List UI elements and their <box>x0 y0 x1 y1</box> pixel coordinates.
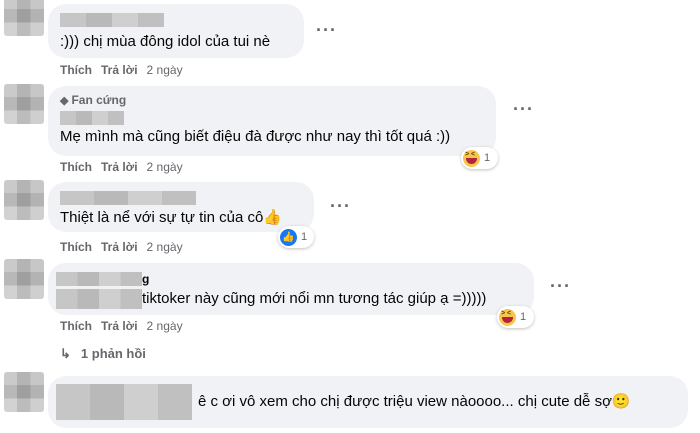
comment-text: tiktoker này cũng mới nổi mn tương tác g… <box>142 290 487 307</box>
like-link[interactable]: Thích <box>60 319 92 333</box>
more-options-icon[interactable]: ··· <box>513 99 534 120</box>
reply-link[interactable]: Trả lời <box>101 160 138 174</box>
commenter-name-blurred[interactable] <box>60 12 164 27</box>
reply-link[interactable]: Trả lời <box>101 63 138 77</box>
comment-actions: Thích Trả lời 2 ngày <box>60 160 192 174</box>
comment-actions: Thích Trả lời 2 ngày <box>60 63 192 77</box>
timestamp[interactable]: 2 ngày <box>147 240 183 254</box>
diamond-icon: ◆ <box>60 95 69 107</box>
comment-bubble: ◆ Fan cứng Mẹ mình mà cũng biết điệu đà đ… <box>48 86 496 156</box>
reaction-summary[interactable]: 1 <box>497 306 534 328</box>
fan-badge: ◆ Fan cứng <box>60 93 127 107</box>
avatar[interactable] <box>4 180 44 220</box>
haha-emoji-icon <box>463 149 480 167</box>
comment-bubble: ê c ơi vô xem cho chị được triệu view nà… <box>48 376 688 428</box>
blurred-text <box>56 383 192 420</box>
more-options-icon[interactable]: ··· <box>330 196 351 217</box>
more-options-icon[interactable]: ··· <box>550 276 571 297</box>
comment-bubble: g tiktoker này cũng mới nổi mn tương tác… <box>48 263 534 315</box>
haha-emoji-icon <box>499 308 516 326</box>
reply-arrow-icon: ↳ <box>60 346 71 361</box>
timestamp[interactable]: 2 ngày <box>147 319 183 333</box>
comment-text: ê c ơi vô xem cho chị được triệu view nà… <box>198 392 631 410</box>
comment-text: Thiệt là nể với sự tự tin của cô👍 <box>60 209 283 226</box>
commenter-name-blurred[interactable] <box>60 190 196 205</box>
commenter-name-blurred[interactable] <box>60 110 124 125</box>
avatar[interactable] <box>4 84 44 124</box>
timestamp[interactable]: 2 ngày <box>147 160 183 174</box>
like-link[interactable]: Thích <box>60 63 92 77</box>
comment-bubble: Thiệt là nể với sự tự tin của cô👍 <box>48 182 314 232</box>
comment-text: Mẹ mình mà cũng biết điệu đà được như na… <box>60 128 451 145</box>
like-reaction-icon: 👍 <box>280 228 297 246</box>
like-link[interactable]: Thích <box>60 240 92 254</box>
commenter-name-blurred[interactable] <box>56 271 142 286</box>
comment-bubble: :))) chị mùa đông idol của tui nè <box>48 4 304 58</box>
comment-actions: Thích Trả lời 2 ngày <box>60 240 192 254</box>
reply-link[interactable]: Trả lời <box>101 240 138 254</box>
like-link[interactable]: Thích <box>60 160 92 174</box>
reaction-summary[interactable]: 👍 1 <box>278 226 314 248</box>
blurred-text <box>56 289 142 309</box>
commenter-name-fragment: g <box>142 271 150 286</box>
avatar[interactable] <box>4 259 44 299</box>
comment-actions: Thích Trả lời 2 ngày <box>60 319 192 333</box>
view-replies-link[interactable]: ↳ 1 phản hồi <box>60 346 146 362</box>
timestamp[interactable]: 2 ngày <box>147 63 183 77</box>
avatar[interactable] <box>4 372 44 412</box>
reply-link[interactable]: Trả lời <box>101 319 138 333</box>
avatar[interactable] <box>4 0 44 36</box>
more-options-icon[interactable]: ··· <box>316 20 337 41</box>
reaction-summary[interactable]: 1 <box>461 147 498 169</box>
comment-text: :))) chị mùa đông idol của tui nè <box>60 33 271 50</box>
